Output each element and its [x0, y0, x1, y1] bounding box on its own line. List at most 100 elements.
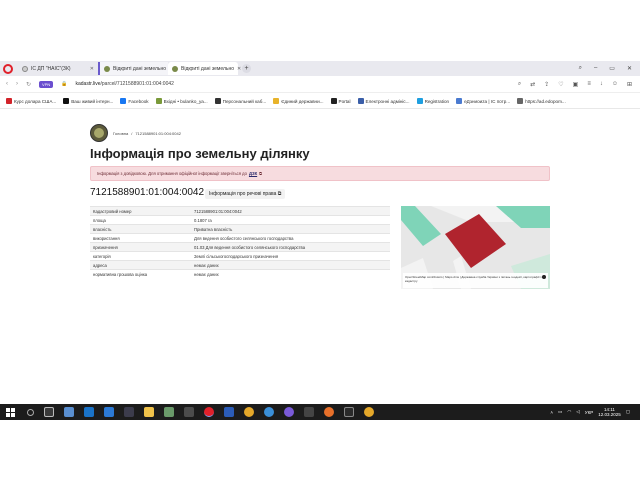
close-tab-icon[interactable]: ✕ — [90, 66, 94, 72]
search-icon[interactable]: ⌕ — [518, 81, 521, 88]
clock[interactable]: 14:11 12.03.2025 — [598, 407, 621, 417]
battery-icon[interactable]: ▭ — [558, 409, 562, 415]
maximize-icon[interactable]: ▭ — [609, 65, 615, 72]
windows-start-icon[interactable] — [6, 407, 15, 417]
menu-icon[interactable]: ≡ — [587, 81, 591, 88]
info-icon[interactable] — [542, 275, 546, 279]
tab-bar: IC ДП "НАІС"(ЗК) ✕ Відкриті дані земельн… — [0, 61, 640, 76]
url-field[interactable]: kadastr.live/parcel/7121588901:01:004:00… — [76, 81, 174, 87]
bookmark-item[interactable]: Єдиний державни... — [273, 98, 324, 104]
bookmarks-bar: Курс долара США... Ваш живий інтерн... F… — [0, 94, 640, 109]
alert-text: Інформація з довідковою. Для отримання о… — [97, 171, 247, 176]
search-icon[interactable] — [27, 408, 34, 416]
url-host: kadastr.live — [75, 81, 101, 87]
table-row: Кадастровий номер 7121588901:01:004:0042 — [90, 206, 390, 215]
dzk-link[interactable]: ДЗК — [249, 171, 257, 176]
chrome-icon[interactable] — [244, 407, 254, 417]
bookmark-item[interactable]: еДзниоиzа | IC потр... — [456, 98, 510, 104]
map-attribution: OpenStreetMap contributors | Maps.dms | … — [403, 273, 548, 288]
opera-logo-icon[interactable] — [3, 63, 13, 74]
table-row: адреса немає даних — [90, 260, 390, 269]
bookmark-item[interactable]: Вхідні • bulanko_ya... — [155, 98, 208, 104]
bookmark-item[interactable]: Персональний каб... — [214, 98, 266, 104]
app-icon[interactable] — [124, 407, 134, 417]
opera-taskbar-icon[interactable] — [204, 407, 214, 417]
bookmark-icon — [456, 98, 463, 104]
vpn-badge[interactable]: VPN — [39, 80, 54, 88]
breadcrumb: Головна / 7121588901:01:004:0042 — [90, 124, 181, 142]
tab-3-active[interactable]: Відкриті дані земельно ✕ — [168, 62, 241, 75]
facebook-icon — [120, 98, 127, 104]
table-row: площа 0.1807 га — [90, 215, 390, 224]
firefox-icon[interactable] — [324, 407, 334, 417]
translate-icon[interactable]: ⇄ — [530, 81, 535, 88]
download-icon[interactable]: ↓ — [600, 81, 603, 88]
bookmark-icon — [214, 98, 221, 104]
bookmark-icon — [357, 98, 364, 104]
bookmark-icon[interactable]: ♡ — [558, 81, 563, 88]
bookmark-item[interactable]: Електронні адмініс... — [357, 98, 410, 104]
cadastral-number-heading: 7121588901:01:004:0042 — [90, 187, 205, 198]
bookmark-item[interactable]: Курс долара США... — [6, 98, 56, 104]
address-bar: ‹ › ↻ VPN 🔒 kadastr.live/parcel/71215889… — [0, 76, 640, 93]
lock-icon[interactable]: 🔒 — [61, 81, 67, 87]
rights-info-button[interactable]: Інформація про речові права ⧉ — [205, 189, 286, 199]
rights-info-label: Інформація про речові права — [209, 191, 277, 197]
table-row: власність Приватна власність — [90, 224, 390, 233]
coat-of-arms-logo[interactable] — [90, 124, 108, 142]
mail-icon[interactable] — [64, 407, 74, 417]
viber-icon[interactable] — [284, 407, 294, 417]
share-icon[interactable]: ⇪ — [544, 81, 549, 88]
bookmark-item[interactable]: Facebook — [120, 98, 149, 104]
file-explorer-icon[interactable] — [144, 407, 154, 417]
breadcrumb-home[interactable]: Головна — [113, 131, 128, 136]
app-icon[interactable] — [344, 407, 354, 417]
clock-date: 12.03.2025 — [598, 412, 621, 417]
volume-icon[interactable]: ◁ — [576, 409, 579, 415]
reload-icon[interactable]: ↻ — [26, 81, 31, 88]
task-view-icon[interactable] — [44, 407, 54, 417]
snapshot-icon[interactable]: ▣ — [573, 81, 579, 88]
bookmark-item[interactable]: https://ad.edopom... — [517, 98, 566, 104]
extensions-icon[interactable]: ⊞ — [627, 81, 632, 88]
address-bar-actions: ⌕ ⇄ ⇪ ♡ ▣ ≡ ↓ ☺ ⊞ — [518, 81, 640, 88]
wifi-icon[interactable]: ◠ — [567, 409, 571, 415]
globe-icon — [517, 98, 524, 104]
close-window-icon[interactable]: ✕ — [627, 65, 632, 72]
top-blank — [0, 0, 640, 58]
close-tab-icon[interactable]: ✕ — [237, 66, 241, 72]
table-row: нормативна грошова оцінка немає даних — [90, 269, 390, 278]
bookmark-item[interactable]: Portal — [330, 98, 351, 104]
back-icon[interactable]: ‹ — [6, 81, 8, 87]
chrome-icon[interactable] — [364, 407, 374, 417]
language-indicator[interactable]: УКР — [585, 410, 593, 415]
tab-2[interactable]: Відкриті дані земельно — [98, 62, 168, 75]
page-title: Інформація про земельну ділянку — [90, 146, 310, 161]
parcel-map[interactable]: OpenStreetMap contributors | Maps.dms | … — [401, 206, 550, 289]
minimize-icon[interactable]: – — [594, 65, 597, 72]
breadcrumb-separator: / — [131, 130, 133, 136]
new-tab-button[interactable]: + — [242, 64, 251, 73]
app-icon[interactable] — [264, 407, 274, 417]
tab-1[interactable]: IC ДП "НАІС"(ЗК) ✕ — [18, 62, 98, 75]
search-tabs-icon[interactable]: ⌕ — [579, 65, 582, 72]
bookmark-item[interactable]: Registration — [416, 98, 449, 104]
forward-icon[interactable]: › — [16, 81, 18, 87]
bookmark-icon — [63, 98, 70, 104]
app-icon[interactable] — [184, 407, 194, 417]
map-parcel[interactable] — [445, 214, 506, 268]
external-link-icon[interactable]: ⧉ — [259, 171, 262, 176]
bookmark-item[interactable]: Ваш живий інтерн... — [63, 98, 113, 104]
word-icon[interactable] — [224, 407, 234, 417]
app-icon[interactable] — [164, 407, 174, 417]
store-icon[interactable] — [104, 407, 114, 417]
screen: IC ДП "НАІС"(ЗК) ✕ Відкриті дані земельн… — [0, 0, 640, 480]
edge-icon[interactable] — [84, 407, 94, 417]
chevron-up-icon[interactable]: ˄ — [550, 410, 553, 415]
notifications-icon[interactable]: ▢ — [626, 409, 630, 415]
profile-icon[interactable]: ☺ — [612, 81, 618, 88]
tab-2-label: Відкриті дані земельно — [113, 65, 167, 72]
tab-1-label: IC ДП "НАІС"(ЗК) — [31, 65, 71, 72]
app-icon[interactable] — [304, 407, 314, 417]
info-alert: Інформація з довідковою. Для отримання о… — [90, 166, 550, 181]
